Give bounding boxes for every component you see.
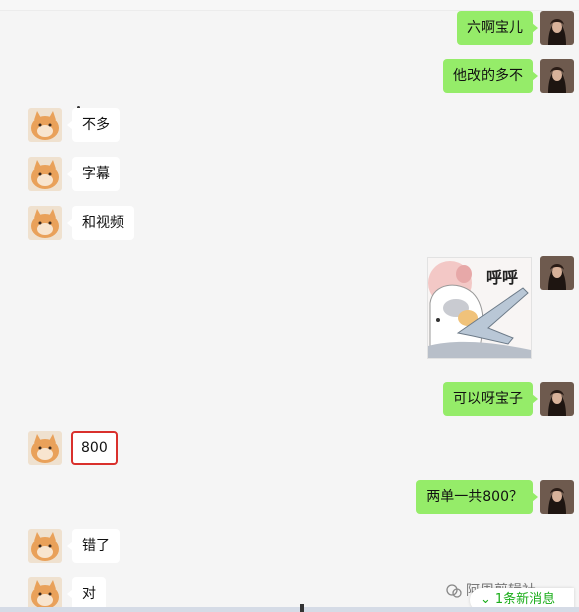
my-message-bubble[interactable]: 两单一共800？	[416, 480, 538, 514]
bottom-border	[0, 607, 579, 612]
scroll-marker	[300, 604, 304, 612]
contact-avatar[interactable]	[28, 108, 62, 142]
my-avatar[interactable]	[540, 59, 574, 93]
sticker-image[interactable]: 呼呼	[427, 257, 532, 359]
contact-avatar[interactable]	[28, 529, 62, 563]
contact-message-bubble[interactable]: 对	[67, 577, 106, 611]
my-message-bubble[interactable]: 他改的多不	[443, 59, 538, 93]
contact-avatar[interactable]	[28, 577, 62, 611]
chevron-down-icon: ⌄	[480, 592, 491, 607]
contact-avatar[interactable]	[28, 157, 62, 191]
contact-message-bubble[interactable]: 不多	[67, 108, 120, 142]
contact-message-bubble-highlighted[interactable]: 800	[71, 431, 118, 465]
contact-avatar[interactable]	[28, 431, 62, 465]
my-message-bubble[interactable]: 六啊宝儿	[457, 11, 538, 45]
contact-message-bubble[interactable]: 字幕	[67, 157, 120, 191]
my-avatar[interactable]	[540, 256, 574, 290]
contact-message-bubble[interactable]: 错了	[67, 529, 120, 563]
my-avatar[interactable]	[540, 11, 574, 45]
wechat-official-account-icon	[446, 584, 462, 598]
new-message-tip-label: 1条新消息	[494, 592, 556, 607]
my-avatar[interactable]	[540, 382, 574, 416]
sticker-caption: 呼呼	[486, 268, 519, 287]
contact-avatar[interactable]	[28, 206, 62, 240]
my-avatar[interactable]	[540, 480, 574, 514]
contact-message-bubble[interactable]: 和视频	[67, 206, 134, 240]
my-message-bubble[interactable]: 可以呀宝子	[443, 382, 538, 416]
top-divider	[0, 0, 579, 11]
